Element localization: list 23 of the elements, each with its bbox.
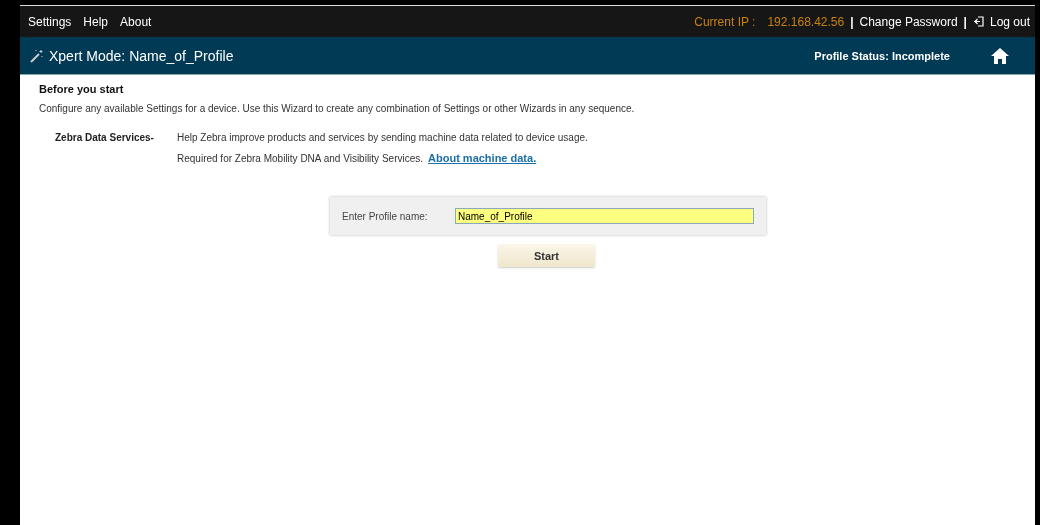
data-services-text: Required for Zebra Mobility DNA and Visibility Services. xyxy=(177,152,424,164)
machine-data-link[interactable]: About machine data. xyxy=(428,152,537,164)
start-button[interactable]: Start xyxy=(498,244,595,267)
menu-item[interactable]: Settings xyxy=(28,14,72,29)
logout-icon[interactable] xyxy=(972,16,984,27)
profile-status: Profile Status: Incomplete xyxy=(814,49,950,62)
intro-text: Configure any available Settings for a device. Use this Wizard to create any combination of Settings or other Wizards in any sequence. xyxy=(39,103,636,114)
separator: | xyxy=(850,14,854,29)
profile-name-label: Enter Profile name: xyxy=(342,210,429,222)
home-icon[interactable] xyxy=(991,47,1009,64)
separator: | xyxy=(963,14,967,29)
data-services-text: Help Zebra improve products and services by sending machine data related to device usage. xyxy=(177,132,588,143)
change-password-link[interactable]: Change Password xyxy=(859,14,958,29)
ip-label: Current IP : xyxy=(694,14,756,29)
page-title: Xpert Mode: Name_of_Profile xyxy=(49,47,234,64)
wand-icon xyxy=(30,48,44,63)
menu-item[interactable]: About xyxy=(120,14,152,29)
data-services-label: Zebra Data Services- xyxy=(55,132,155,145)
ip-address: 192.168.42.56 xyxy=(767,14,845,29)
section-heading: Before you start xyxy=(39,83,125,95)
logout-link[interactable]: Log out xyxy=(989,14,1030,29)
profile-name-field[interactable]: Name_of_Profile xyxy=(455,208,754,224)
menu-item[interactable]: Help xyxy=(83,14,109,29)
